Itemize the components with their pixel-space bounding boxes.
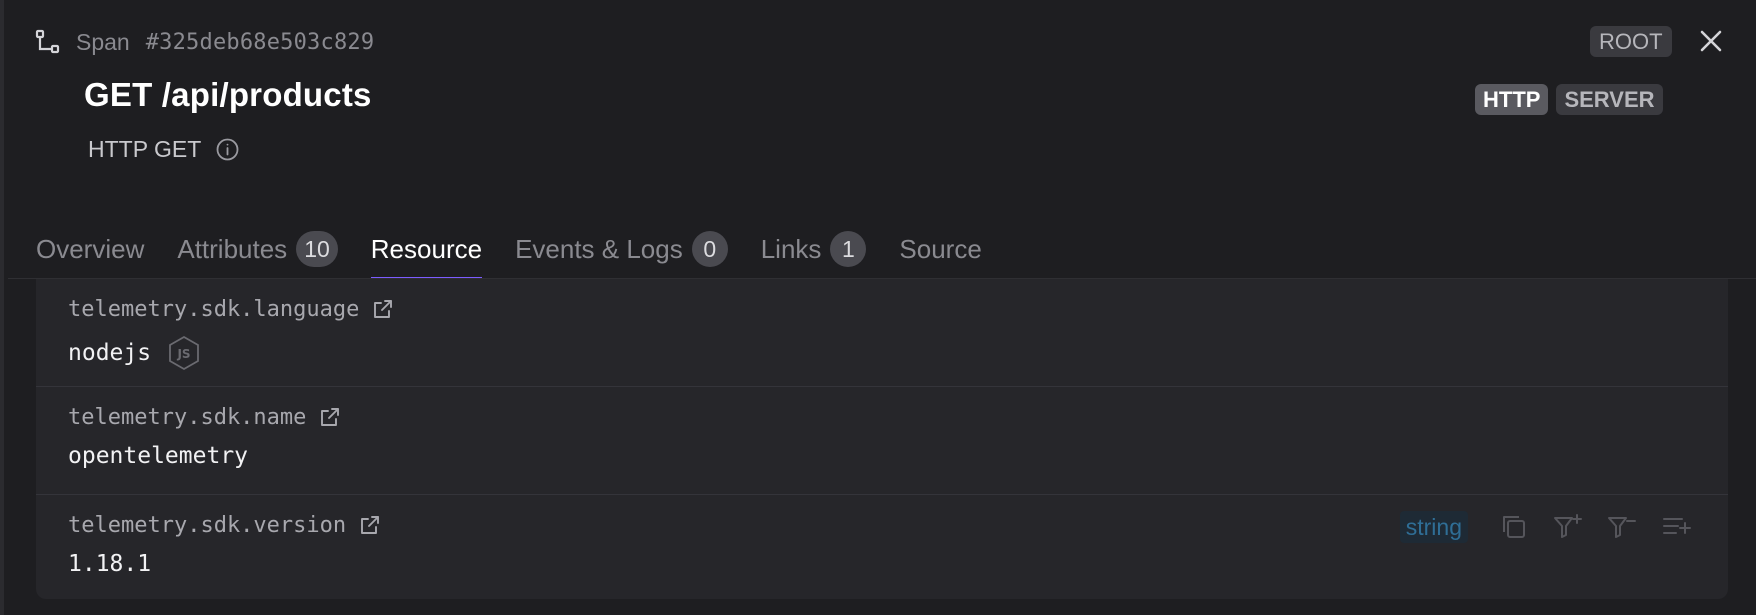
span-detail-panel: Span #325deb68e503c829 ROOT GET /api/pro… [0,0,1756,615]
copy-icon[interactable] [1498,511,1530,543]
http-badge: HTTP [1475,84,1549,115]
tab-label: Source [899,234,982,264]
root-badge: ROOT [1590,26,1672,57]
attribute-key-label: telemetry.sdk.name [68,405,307,430]
attribute-key-label: telemetry.sdk.version [68,513,347,538]
attribute-key: telemetry.sdk.name [68,405,341,430]
tab-bar: Overview Attributes 10 Resource Events &… [36,210,1015,279]
tab-resource[interactable]: Resource [370,210,483,279]
row-actions: string [1399,511,1692,543]
attribute-key: telemetry.sdk.version [68,513,381,538]
span-header: Span #325deb68e503c829 [34,24,374,60]
nodejs-icon: JS [169,335,199,371]
tab-count-badge: 1 [830,231,867,267]
attribute-value: opentelemetry [68,443,248,469]
attribute-value-text: nodejs [68,340,152,366]
type-badge: string [1399,511,1468,543]
tab-label: Overview [36,234,145,264]
external-link-icon[interactable] [371,298,394,321]
external-link-icon[interactable] [358,514,381,537]
span-subtitle: HTTP GET [88,136,240,163]
close-icon[interactable] [1694,24,1728,58]
attribute-value: 1.18.1 [68,551,151,577]
svg-text:JS: JS [177,347,191,361]
tab-count-badge: 10 [296,231,338,267]
info-icon[interactable] [215,137,240,162]
add-column-icon[interactable] [1660,511,1692,543]
span-operation: HTTP GET [88,136,202,162]
tab-links[interactable]: Links 1 [761,210,867,272]
tab-attributes[interactable]: Attributes 10 [177,210,338,272]
list-item: telemetry.sdk.version 1.18.1 string [36,495,1728,599]
attribute-value-text: 1.18.1 [68,551,152,577]
tab-events-logs[interactable]: Events & Logs 0 [515,210,728,272]
tab-overview[interactable]: Overview [36,210,144,272]
resource-attribute-list: telemetry.sdk.language nodejs JS telemet… [36,279,1728,599]
tab-label: Links [760,234,822,264]
span-kind-badges: HTTP SERVER [1475,84,1663,115]
filter-exclude-icon[interactable] [1606,511,1638,543]
tab-label: Attributes [177,234,288,264]
attribute-value: nodejs JS [68,335,201,371]
list-item: telemetry.sdk.language nodejs JS [36,279,1728,387]
span-tree-icon [35,29,60,54]
server-badge: SERVER [1556,84,1663,115]
tab-source[interactable]: Source [899,210,981,272]
tab-count-badge: 0 [691,231,728,267]
attribute-key: telemetry.sdk.language [68,297,394,322]
span-label: Span [76,28,130,55]
span-title: GET /api/products [84,76,372,113]
attribute-key-label: telemetry.sdk.language [68,297,360,322]
attribute-value-text: opentelemetry [68,443,249,469]
tab-label: Events & Logs [515,234,683,264]
tab-label: Resource [370,234,483,264]
span-id: #325deb68e503c829 [145,29,375,55]
external-link-icon[interactable] [318,406,341,429]
filter-add-icon[interactable] [1552,511,1584,543]
list-item: telemetry.sdk.name opentelemetry [36,387,1728,495]
